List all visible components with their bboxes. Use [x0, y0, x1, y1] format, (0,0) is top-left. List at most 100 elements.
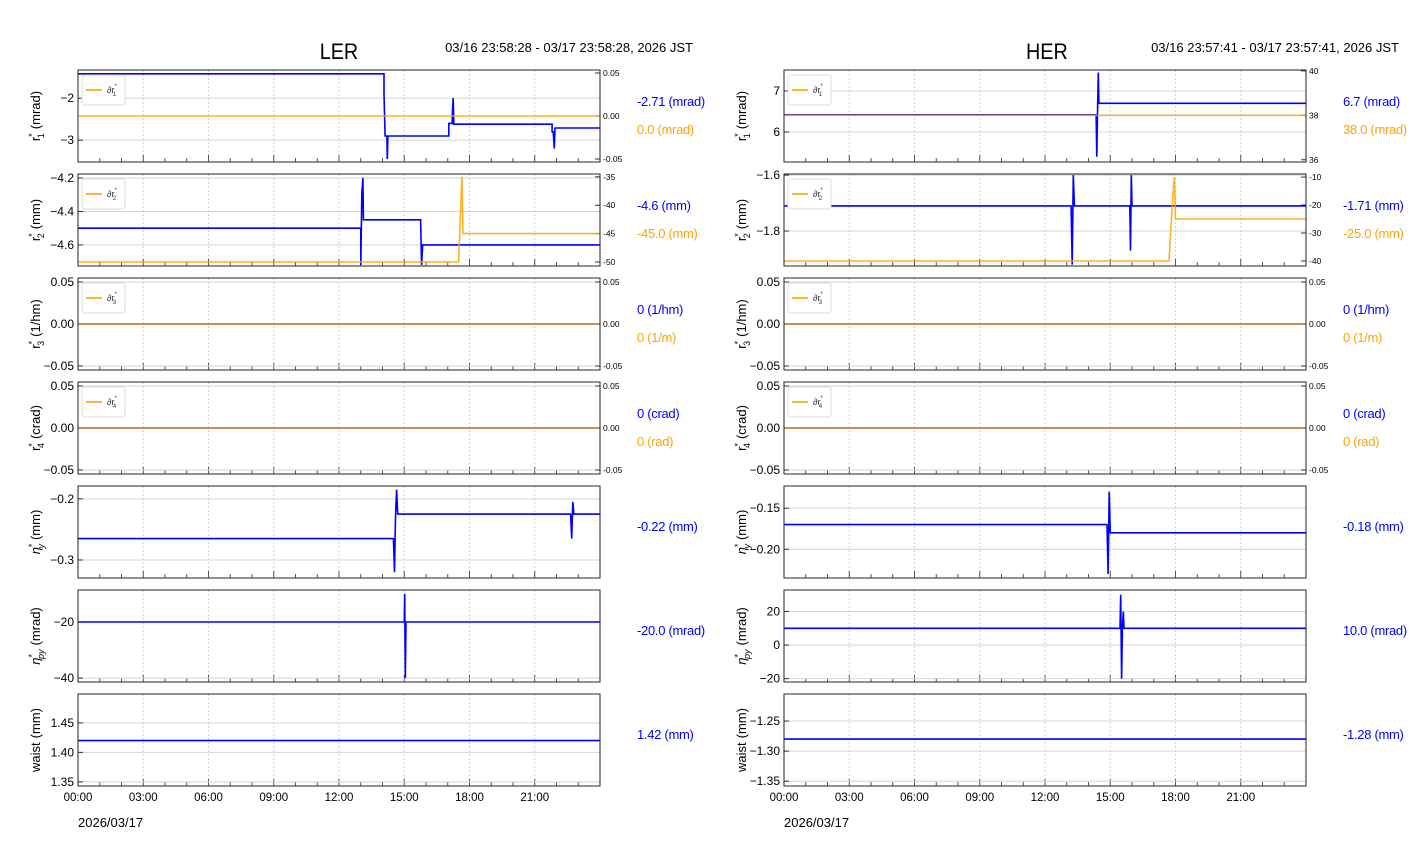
y-axis-label: r*1(mrad) — [733, 91, 752, 141]
current-value-readout: -20.0 (mrad) — [637, 623, 705, 638]
time-range-label: 03/16 23:57:41 - 03/17 23:57:41, 2026 JS… — [1151, 40, 1399, 55]
y-tick-label: 1.45 — [51, 716, 75, 730]
y2-tick-label: -45 — [603, 229, 616, 239]
y2-tick-label: -20 — [1309, 200, 1322, 210]
y-axis-label: η*y(mm) — [733, 510, 752, 555]
x-tick-label: 03:00 — [129, 792, 158, 804]
y2-tick-label: 0.05 — [1309, 277, 1326, 287]
y-label-unit: (crad) — [734, 405, 749, 439]
y-label-unit: (mrad) — [28, 91, 43, 129]
y-tick-label: −1.30 — [750, 744, 781, 758]
current-value-readout: -4.6 (mm) — [637, 198, 691, 213]
panel-r3: 0.050.00−0.050.050.00-0.05∂r* 3r*3(1/hm) 0… — [733, 275, 1389, 373]
x-tick-label: 18:00 — [455, 792, 484, 804]
current-value-readout: -1.28 (mm) — [1343, 727, 1404, 742]
y-tick-label: −0.05 — [750, 463, 781, 477]
x-tick-label: 03:00 — [835, 792, 864, 804]
panel-eta_y: −0.2−0.3η*y(mm) -0.22 (mm) — [27, 485, 698, 579]
current-value-readout: 0 (crad) — [637, 406, 679, 421]
y-label-sub: 4 — [742, 443, 752, 448]
y-label-sub: 4 — [36, 443, 46, 448]
x-tick-label: 06:00 — [900, 792, 929, 804]
x-tick-label: 15:00 — [390, 792, 419, 804]
y-tick-label: 20 — [767, 604, 781, 618]
y-tick-label: 0 — [773, 638, 780, 652]
legend: ∂r* 4 — [81, 386, 126, 418]
y2-tick-label: 0.05 — [1309, 381, 1326, 391]
y-tick-label: −4.2 — [50, 171, 74, 185]
y-label-unit: (mm) — [734, 510, 749, 540]
legend: ∂r* 1 — [81, 74, 126, 106]
y-axis-label: η*y(mm) — [27, 510, 46, 555]
y-axis-label: η*py(mrad) — [733, 607, 752, 665]
panel-waist: 1.45 1.40 1.35 waist (mm) 1.42 (mm) — [28, 693, 694, 789]
y-axis-label: r*3(1/hm) — [733, 299, 752, 348]
y-tick-label: 1.35 — [51, 775, 75, 789]
legend: ∂r* 1 — [787, 74, 832, 106]
y-tick-label: −1.6 — [756, 168, 780, 182]
y2-tick-label: 0.00 — [603, 111, 620, 121]
x-tick-label: 00:00 — [770, 792, 799, 804]
y2-tick-label: -0.05 — [1309, 465, 1329, 475]
current-value-readout: -2.71 (mrad) — [637, 94, 705, 109]
y-tick-label: −1.8 — [756, 224, 780, 238]
y-label-sub: 2 — [36, 233, 46, 238]
current-value-readout: 0 (1/hm) — [637, 302, 683, 317]
current-value-readout: 6.7 (mrad) — [1343, 94, 1400, 109]
y-tick-label: −3 — [60, 133, 74, 147]
chart-title: LER — [320, 40, 358, 64]
y2-tick-label: 0.00 — [1309, 423, 1326, 433]
current-value-readout: -0.22 (mm) — [637, 519, 698, 534]
panel-r1: 76403836∂r* 1r*1(mrad) 6.7 (mrad)38.0 (mra… — [733, 66, 1407, 165]
y2-tick-label: -35 — [603, 172, 616, 182]
current-value-readout: -45.0 (mm) — [637, 226, 698, 241]
ler-chart: LER 03/16 23:58:28 - 03/17 23:58:28, 2026… — [27, 40, 705, 830]
y2-tick-label: 0.05 — [603, 68, 620, 78]
y-tick-label: 0.05 — [757, 379, 781, 393]
y-label-sub: y — [742, 544, 752, 550]
x-tick-label: 00:00 — [64, 792, 93, 804]
y-label-unit: (mm) — [28, 510, 43, 540]
y-tick-label: −40 — [54, 671, 75, 685]
y-tick-label: −20 — [54, 615, 75, 629]
date-label: 2026/03/17 — [784, 815, 849, 830]
y-tick-label: 0.05 — [51, 379, 75, 393]
x-tick-label: 18:00 — [1161, 792, 1190, 804]
y-tick-label: −1.35 — [750, 774, 781, 788]
x-tick-label: 21:00 — [1226, 792, 1255, 804]
y-tick-label: 0.05 — [757, 275, 781, 289]
current-value-readout: 1.42 (mm) — [637, 727, 694, 742]
y-tick-label: −0.05 — [44, 463, 75, 477]
date-label: 2026/03/17 — [78, 815, 143, 830]
current-value-readout: -25.0 (mm) — [1343, 226, 1404, 241]
y2-tick-label: 0.00 — [603, 423, 620, 433]
y-label-sub: py — [36, 649, 46, 660]
y-axis-label: waist (mm) — [28, 708, 43, 773]
current-value-readout: 0 (1/hm) — [1343, 302, 1389, 317]
current-value-readout: -1.71 (mm) — [1343, 198, 1404, 213]
current-value-readout: 0 (crad) — [1343, 406, 1385, 421]
y2-tick-label: -0.05 — [603, 154, 623, 164]
panel-eta_y: −0.15−0.20η*y(mm) -0.18 (mm) — [733, 485, 1404, 579]
y-tick-label: 0.00 — [757, 421, 781, 435]
y-tick-label: −0.05 — [44, 359, 75, 373]
y2-tick-label: 0.00 — [1309, 319, 1326, 329]
y-tick-label: 0.00 — [757, 317, 781, 331]
panel-r1: −2−30.050.00-0.05∂r* 1r*1(mrad) -2.71 (mra… — [27, 68, 705, 164]
x-tick-label: 12:00 — [325, 792, 354, 804]
y-label-symbol: waist — [734, 742, 749, 773]
y-tick-label: 0.00 — [51, 317, 75, 331]
y-tick-label: −1.25 — [750, 714, 781, 728]
chart-title: HER — [1026, 40, 1068, 64]
panel-eta_py: 200−20η*py(mrad) 10.0 (mrad) — [733, 589, 1407, 686]
y-label-unit: (mm) — [734, 199, 749, 229]
y-label-sub: 3 — [36, 341, 46, 346]
y-tick-label: −20 — [760, 672, 781, 686]
panel-waist: −1.25 −1.30 −1.35waist (mm) -1.28 (mm) — [734, 693, 1404, 788]
y2-tick-label: -30 — [1309, 228, 1322, 238]
y2-tick-label: -0.05 — [603, 361, 623, 371]
panel-r3: 0.050.00−0.050.050.00-0.05∂r* 3r*3(1/hm) 0… — [27, 275, 683, 373]
series-line-eta_y — [784, 491, 1306, 574]
y-label-sub: 1 — [742, 133, 752, 138]
y-axis-label: r*2(mm) — [27, 199, 46, 241]
